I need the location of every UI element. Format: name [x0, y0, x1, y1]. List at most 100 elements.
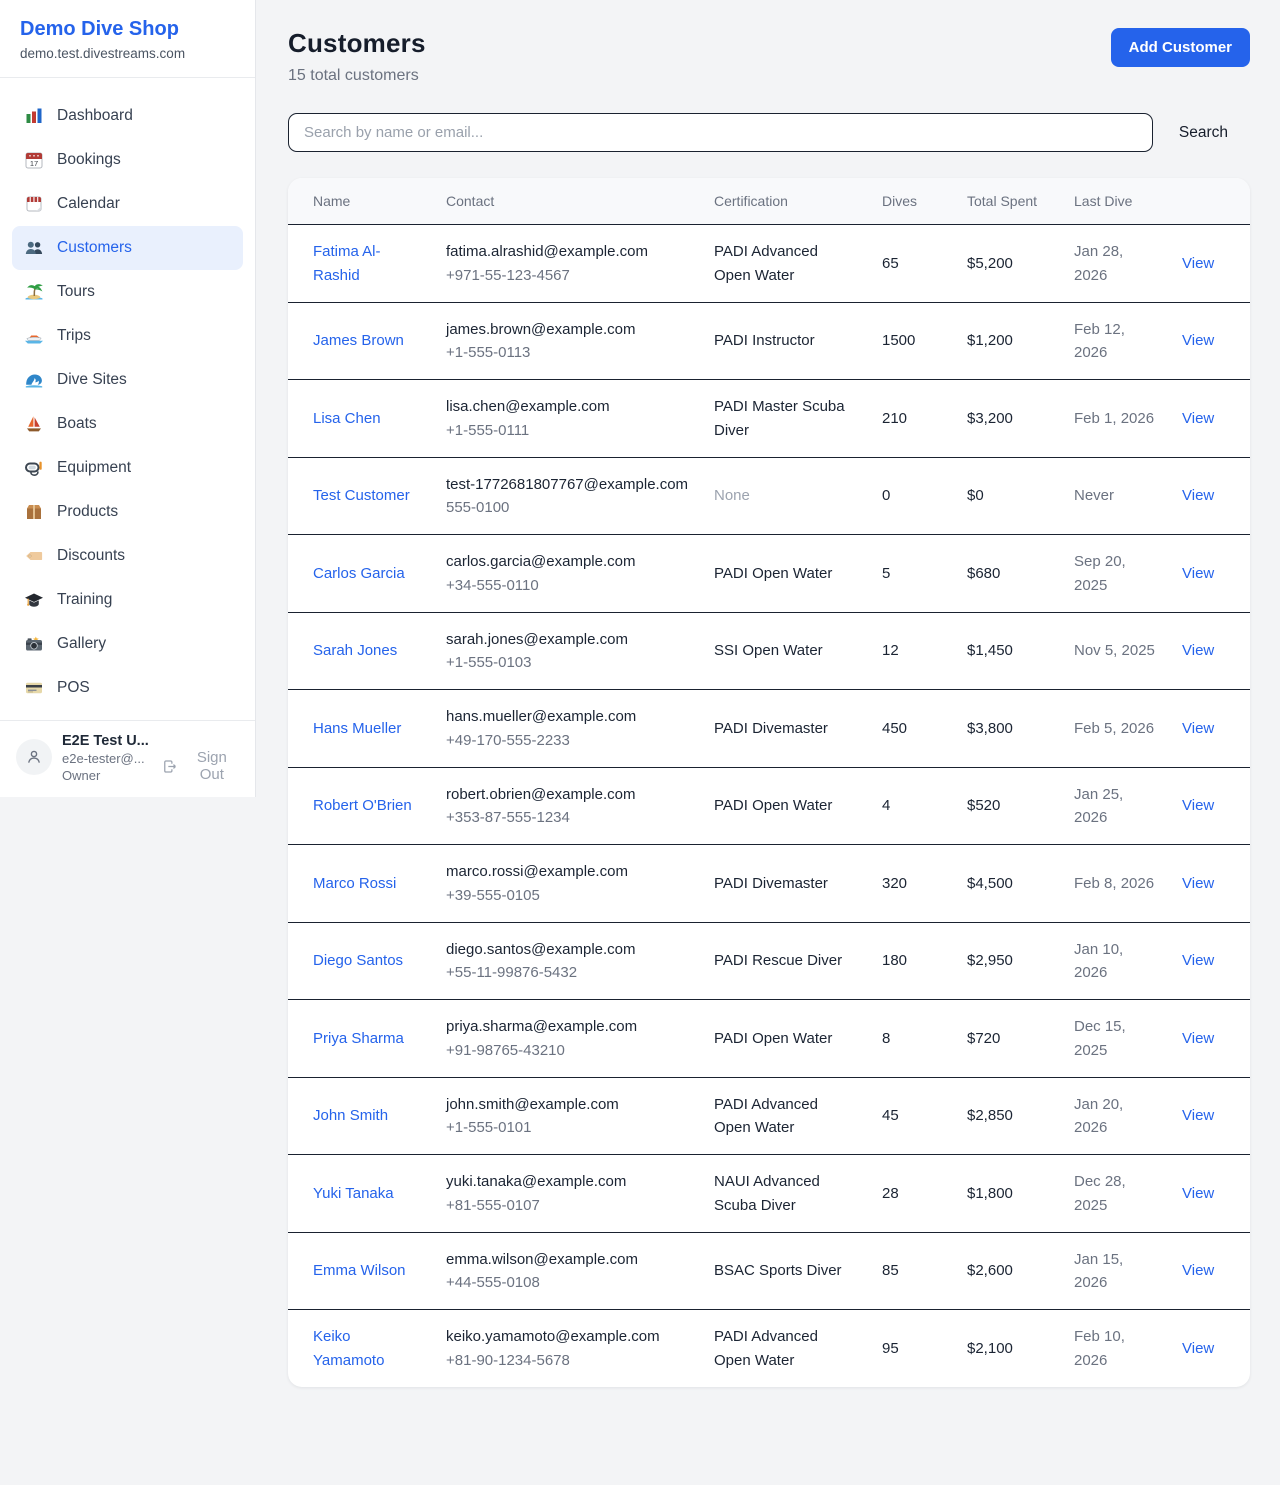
- view-link[interactable]: View: [1182, 410, 1214, 427]
- dives-cell: 12: [870, 612, 955, 690]
- view-link[interactable]: View: [1182, 1262, 1214, 1279]
- certification-cell: PADI Advanced Open Water: [702, 1077, 870, 1155]
- sailboat-icon: [24, 414, 44, 434]
- total-spent-cell: $1,800: [955, 1155, 1062, 1233]
- sign-out-button[interactable]: Sign Out: [162, 749, 239, 783]
- column-header-certification: Certification: [702, 178, 870, 225]
- view-link[interactable]: View: [1182, 565, 1214, 582]
- contact-cell: fatima.alrashid@example.com+971-55-123-4…: [434, 225, 702, 303]
- last-dive-cell: Jan 25, 2026: [1062, 767, 1170, 845]
- total-spent-cell: $520: [955, 767, 1062, 845]
- view-link[interactable]: View: [1182, 1185, 1214, 1202]
- view-link[interactable]: View: [1182, 875, 1214, 892]
- customer-name-link[interactable]: Fatima Al-Rashid: [313, 243, 381, 283]
- view-link[interactable]: View: [1182, 720, 1214, 737]
- table-row: Hans Mueller hans.mueller@example.com+49-…: [288, 690, 1250, 768]
- customer-name-link[interactable]: James Brown: [313, 332, 404, 349]
- sidebar-item-calendar[interactable]: Calendar: [12, 182, 243, 226]
- dives-cell: 5: [870, 535, 955, 613]
- dives-cell: 0: [870, 457, 955, 535]
- contact-cell: carlos.garcia@example.com+34-555-0110: [434, 535, 702, 613]
- customer-name-link[interactable]: Yuki Tanaka: [313, 1185, 394, 1202]
- customer-name-cell: Yuki Tanaka: [288, 1155, 434, 1233]
- view-link[interactable]: View: [1182, 255, 1214, 272]
- customer-email: marco.rossi@example.com: [446, 860, 690, 883]
- customer-name-link[interactable]: Priya Sharma: [313, 1030, 404, 1047]
- customer-name-link[interactable]: Robert O'Brien: [313, 797, 412, 814]
- total-spent-cell: $3,800: [955, 690, 1062, 768]
- actions-cell: View: [1170, 535, 1250, 613]
- customer-name-link[interactable]: Hans Mueller: [313, 720, 401, 737]
- customer-email: yuki.tanaka@example.com: [446, 1170, 690, 1193]
- sidebar-item-discounts[interactable]: Discounts: [12, 534, 243, 578]
- customer-name-cell: Carlos Garcia: [288, 535, 434, 613]
- sidebar: Demo Dive Shop demo.test.divestreams.com…: [0, 0, 256, 797]
- last-dive-cell: Feb 5, 2026: [1062, 690, 1170, 768]
- view-link[interactable]: View: [1182, 1107, 1214, 1124]
- customer-name-link[interactable]: Carlos Garcia: [313, 565, 405, 582]
- dives-cell: 65: [870, 225, 955, 303]
- view-link[interactable]: View: [1182, 1030, 1214, 1047]
- customer-name-link[interactable]: Diego Santos: [313, 952, 403, 969]
- actions-cell: View: [1170, 1077, 1250, 1155]
- customer-name-link[interactable]: Test Customer: [313, 487, 410, 504]
- customer-name-cell: Sarah Jones: [288, 612, 434, 690]
- view-link[interactable]: View: [1182, 1340, 1214, 1357]
- customer-name-cell: Diego Santos: [288, 922, 434, 1000]
- user-info: E2E Test U... e2e-tester@... Owner: [62, 733, 152, 783]
- actions-cell: View: [1170, 302, 1250, 380]
- user-email: e2e-tester@...: [62, 751, 152, 766]
- customer-phone: +55-11-99876-5432: [446, 961, 690, 984]
- last-dive-cell: Dec 15, 2025: [1062, 1000, 1170, 1078]
- main-content: Customers 15 total customers Add Custome…: [256, 0, 1280, 1387]
- view-link[interactable]: View: [1182, 797, 1214, 814]
- sidebar-item-label: Products: [57, 503, 118, 521]
- view-link[interactable]: View: [1182, 332, 1214, 349]
- customer-name-link[interactable]: Sarah Jones: [313, 642, 397, 659]
- actions-cell: View: [1170, 922, 1250, 1000]
- sidebar-item-tours[interactable]: Tours: [12, 270, 243, 314]
- view-link[interactable]: View: [1182, 952, 1214, 969]
- view-link[interactable]: View: [1182, 642, 1214, 659]
- customer-email: sarah.jones@example.com: [446, 628, 690, 651]
- contact-cell: priya.sharma@example.com+91-98765-43210: [434, 1000, 702, 1078]
- sidebar-item-boats[interactable]: Boats: [12, 402, 243, 446]
- sidebar-item-dashboard[interactable]: Dashboard: [12, 94, 243, 138]
- contact-cell: hans.mueller@example.com+49-170-555-2233: [434, 690, 702, 768]
- total-spent-cell: $720: [955, 1000, 1062, 1078]
- search-bar: Search: [288, 113, 1250, 152]
- add-customer-button[interactable]: Add Customer: [1111, 28, 1250, 67]
- sidebar-item-bookings[interactable]: 17Bookings: [12, 138, 243, 182]
- customer-name-link[interactable]: Lisa Chen: [313, 410, 381, 427]
- sidebar-item-equipment[interactable]: Equipment: [12, 446, 243, 490]
- actions-cell: View: [1170, 1232, 1250, 1310]
- table-row: Robert O'Brienrobert.obrien@example.com+…: [288, 767, 1250, 845]
- sign-out-icon: [162, 758, 178, 775]
- customer-name-link[interactable]: John Smith: [313, 1107, 388, 1124]
- customer-name-link[interactable]: Emma Wilson: [313, 1262, 406, 1279]
- sidebar-item-products[interactable]: Products: [12, 490, 243, 534]
- table-row: Fatima Al-Rashid fatima.alrashid@example.…: [288, 225, 1250, 303]
- customer-name-link[interactable]: Keiko Yamamoto: [313, 1328, 384, 1368]
- customer-phone: +81-90-1234-5678: [446, 1349, 690, 1372]
- customer-email: lisa.chen@example.com: [446, 395, 690, 418]
- sidebar-item-training[interactable]: Training: [12, 578, 243, 622]
- sidebar-item-dive-sites[interactable]: Dive Sites: [12, 358, 243, 402]
- contact-cell: james.brown@example.com+1-555-0113: [434, 302, 702, 380]
- search-input[interactable]: [288, 113, 1153, 152]
- contact-cell: lisa.chen@example.com+1-555-0111: [434, 380, 702, 458]
- sidebar-item-gallery[interactable]: Gallery: [12, 622, 243, 666]
- sidebar-item-pos[interactable]: POS: [12, 666, 243, 710]
- customer-name-link[interactable]: Marco Rossi: [313, 875, 396, 892]
- sidebar-item-trips[interactable]: Trips: [12, 314, 243, 358]
- dives-cell: 95: [870, 1310, 955, 1387]
- customer-name-cell: Priya Sharma: [288, 1000, 434, 1078]
- total-spent-cell: $2,600: [955, 1232, 1062, 1310]
- last-dive-cell: Jan 15, 2026: [1062, 1232, 1170, 1310]
- actions-cell: View: [1170, 1155, 1250, 1233]
- view-link[interactable]: View: [1182, 487, 1214, 504]
- tear-off-calendar-icon: [24, 194, 44, 214]
- sidebar-item-customers[interactable]: Customers: [12, 226, 243, 270]
- search-button[interactable]: Search: [1179, 124, 1228, 142]
- dives-cell: 180: [870, 922, 955, 1000]
